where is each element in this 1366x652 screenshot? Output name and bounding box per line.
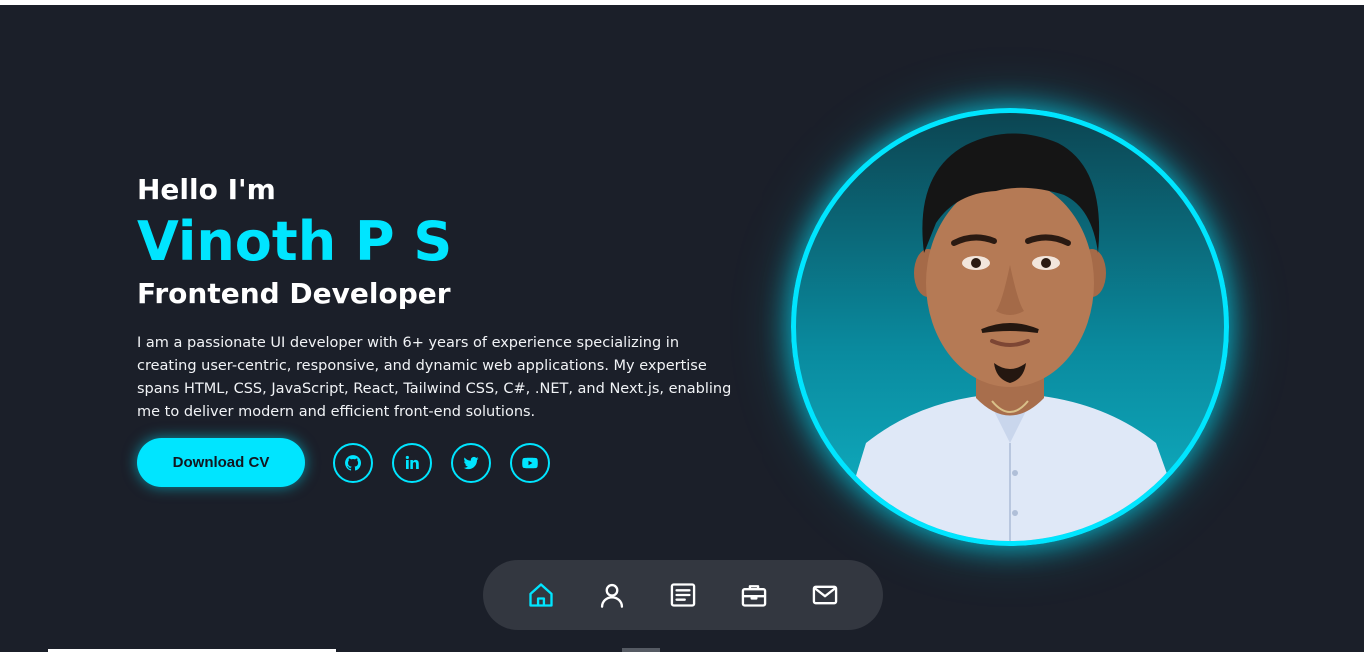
nav-resume[interactable] bbox=[665, 577, 701, 613]
github-icon bbox=[345, 454, 362, 471]
scroll-indicator bbox=[622, 648, 660, 652]
resume-icon bbox=[670, 583, 696, 607]
nav-contact[interactable] bbox=[807, 577, 843, 613]
mail-icon bbox=[812, 585, 838, 605]
user-icon bbox=[600, 583, 624, 608]
profile-photo bbox=[791, 108, 1229, 546]
greeting-text: Hello I'm bbox=[137, 173, 276, 206]
hero-actions: Download CV bbox=[137, 438, 569, 487]
linkedin-link[interactable] bbox=[392, 442, 432, 483]
twitter-link[interactable] bbox=[451, 442, 491, 483]
nav-home[interactable] bbox=[523, 577, 559, 613]
youtube-icon bbox=[522, 457, 538, 468]
top-border bbox=[0, 0, 1366, 5]
youtube-link[interactable] bbox=[510, 442, 550, 483]
bottom-navigation bbox=[483, 560, 883, 630]
developer-role: Frontend Developer bbox=[137, 277, 451, 310]
nav-portfolio[interactable] bbox=[736, 577, 772, 613]
developer-name: Vinoth P S bbox=[137, 210, 453, 273]
linkedin-icon bbox=[405, 455, 419, 469]
github-link[interactable] bbox=[333, 442, 373, 483]
twitter-icon bbox=[463, 456, 479, 469]
download-cv-button[interactable]: Download CV bbox=[137, 438, 305, 487]
nav-about[interactable] bbox=[594, 577, 630, 613]
profile-portrait-illustration bbox=[836, 133, 1191, 541]
hero-intro: Hello I'm Vinoth P S Frontend Developer … bbox=[137, 172, 757, 424]
home-icon bbox=[529, 583, 553, 607]
briefcase-icon bbox=[741, 585, 767, 607]
social-links bbox=[333, 442, 569, 483]
bio-paragraph: I am a passionate UI developer with 6+ y… bbox=[137, 335, 732, 420]
